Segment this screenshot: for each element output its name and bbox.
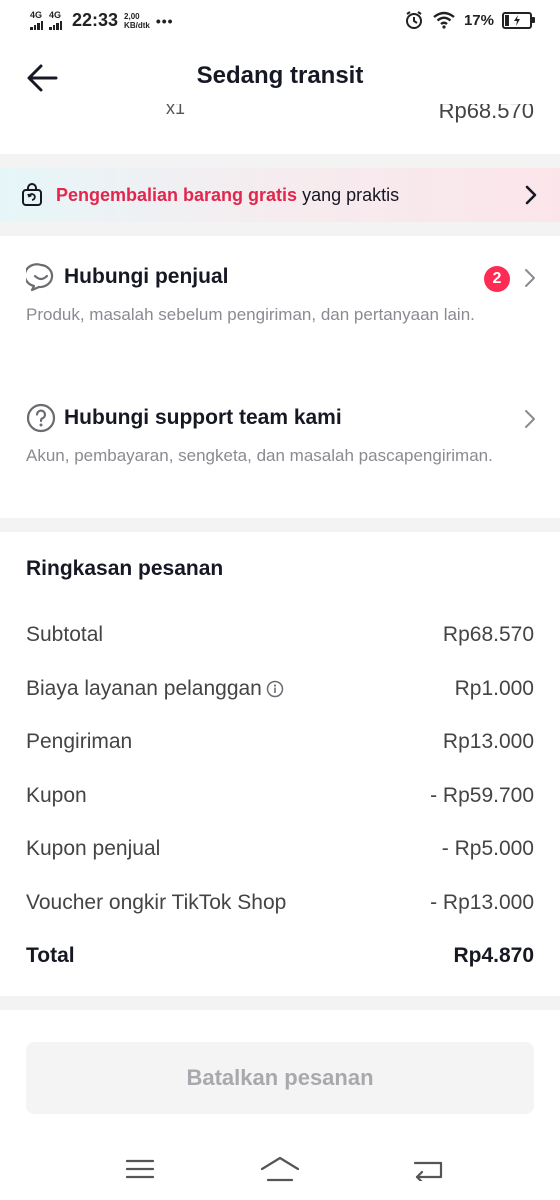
- alarm-icon: [405, 11, 422, 29]
- status-bar: 4G 4G 22:33 2,00 KB/dtk ••• 17%: [0, 0, 560, 44]
- network-speed-value: 2,00: [124, 11, 140, 21]
- summary-value: - Rp13.000: [430, 891, 534, 914]
- free-return-highlight: Pengembalian barang gratis: [56, 184, 298, 205]
- summary-label: Voucher ongkir TikTok Shop: [26, 891, 287, 914]
- app-header: Sedang transit: [0, 44, 560, 112]
- network-speed: 2,00 KB/dtk: [124, 12, 150, 30]
- summary-label: Subtotal: [26, 623, 104, 646]
- summary-label: Kupon penjual: [26, 837, 161, 860]
- menu-button[interactable]: [120, 1154, 160, 1184]
- contact-support-description: Akun, pembayaran, sengketa, dan masalah …: [26, 446, 493, 465]
- network-speed-unit: KB/dtk: [124, 20, 150, 30]
- item-quantity: x1: [166, 104, 186, 118]
- free-return-rest: yang praktis: [297, 184, 400, 205]
- home-button[interactable]: [258, 1154, 302, 1184]
- chevron-right-icon: [525, 269, 535, 287]
- section-divider: [0, 518, 560, 532]
- chat-bubble-icon: [26, 263, 54, 292]
- contact-support-item[interactable]: Hubungi support team kami Akun, pembayar…: [0, 403, 560, 503]
- summary-row-shipping-voucher: Voucher ongkir TikTok Shop - Rp13.000: [26, 888, 534, 918]
- section-divider: [0, 154, 560, 168]
- battery-icon: [502, 11, 535, 29]
- home-icon: [260, 1156, 300, 1182]
- back-nav-button[interactable]: [408, 1154, 448, 1184]
- contact-seller-title: Hubungi penjual: [64, 265, 229, 288]
- question-circle-icon: [26, 403, 56, 433]
- summary-value: Rp68.570: [442, 623, 534, 646]
- clock: 22:33: [72, 10, 119, 30]
- summary-label-with-info: Biaya layanan pelanggan: [26, 677, 284, 701]
- battery-percent: 17%: [463, 11, 494, 29]
- summary-row-service-fee: Biaya layanan pelanggan Rp1.000: [26, 674, 534, 704]
- status-right: 17%: [404, 10, 535, 30]
- section-divider: [0, 996, 560, 1010]
- summary-row-subtotal: Subtotal Rp68.570: [26, 620, 534, 650]
- signal-1-icon: 4G: [30, 11, 43, 30]
- summary-value: - Rp59.700: [430, 784, 534, 807]
- free-return-banner[interactable]: Pengembalian barang gratis yang praktis: [0, 168, 560, 222]
- total-value: Rp4.870: [453, 944, 534, 967]
- chevron-right-icon: [525, 410, 535, 428]
- contact-seller-title-row: Hubungi penjual: [26, 262, 228, 292]
- contact-support-title-row: Hubungi support team kami: [26, 403, 342, 433]
- summary-value: Rp1.000: [454, 677, 534, 700]
- summary-row-seller-coupon: Kupon penjual - Rp5.000: [26, 834, 534, 864]
- more-notifications-icon: •••: [155, 12, 174, 29]
- info-icon[interactable]: [266, 680, 284, 698]
- total-label: Total: [26, 944, 75, 967]
- contact-seller-description: Produk, masalah sebelum pengiriman, dan …: [26, 305, 475, 324]
- network-type-2: 4G: [49, 10, 62, 20]
- summary-label: Kupon: [26, 784, 87, 807]
- menu-icon: [126, 1159, 154, 1179]
- wifi-icon: [433, 11, 455, 29]
- summary-row-coupon: Kupon - Rp59.700: [26, 781, 534, 811]
- system-navigation-bar: [0, 1140, 560, 1200]
- contact-seller-item[interactable]: Hubungi penjual 2 Produk, masalah sebelu…: [0, 262, 560, 362]
- network-type-1: 4G: [30, 10, 43, 20]
- back-icon: [413, 1161, 443, 1181]
- summary-label: Pengiriman: [26, 730, 133, 753]
- free-return-text: Pengembalian barang gratis yang praktis: [56, 185, 399, 206]
- summary-value: - Rp5.000: [441, 837, 534, 860]
- cancel-order-button[interactable]: Batalkan pesanan: [26, 1042, 534, 1114]
- page-title: Sedang transit: [196, 62, 364, 89]
- signal-2-icon: 4G: [49, 11, 62, 30]
- order-summary-title: Ringkasan pesanan: [26, 557, 224, 580]
- summary-row-total: Total Rp4.870: [26, 941, 534, 971]
- item-price: Rp68.570: [438, 104, 534, 123]
- chevron-right-icon: [525, 185, 537, 205]
- summary-row-shipping: Pengiriman Rp13.000: [26, 727, 534, 757]
- battery-fill: [505, 14, 509, 26]
- contact-support-title: Hubungi support team kami: [64, 406, 342, 429]
- order-item-row: x1 Rp68.570: [0, 104, 560, 124]
- summary-value: Rp13.000: [442, 730, 534, 753]
- unread-badge: 2: [484, 266, 510, 292]
- section-divider: [0, 222, 560, 236]
- return-bag-icon: [20, 183, 44, 207]
- summary-label: Biaya layanan pelanggan: [26, 677, 262, 700]
- status-left: 4G 4G 22:33 2,00 KB/dtk •••: [30, 10, 174, 31]
